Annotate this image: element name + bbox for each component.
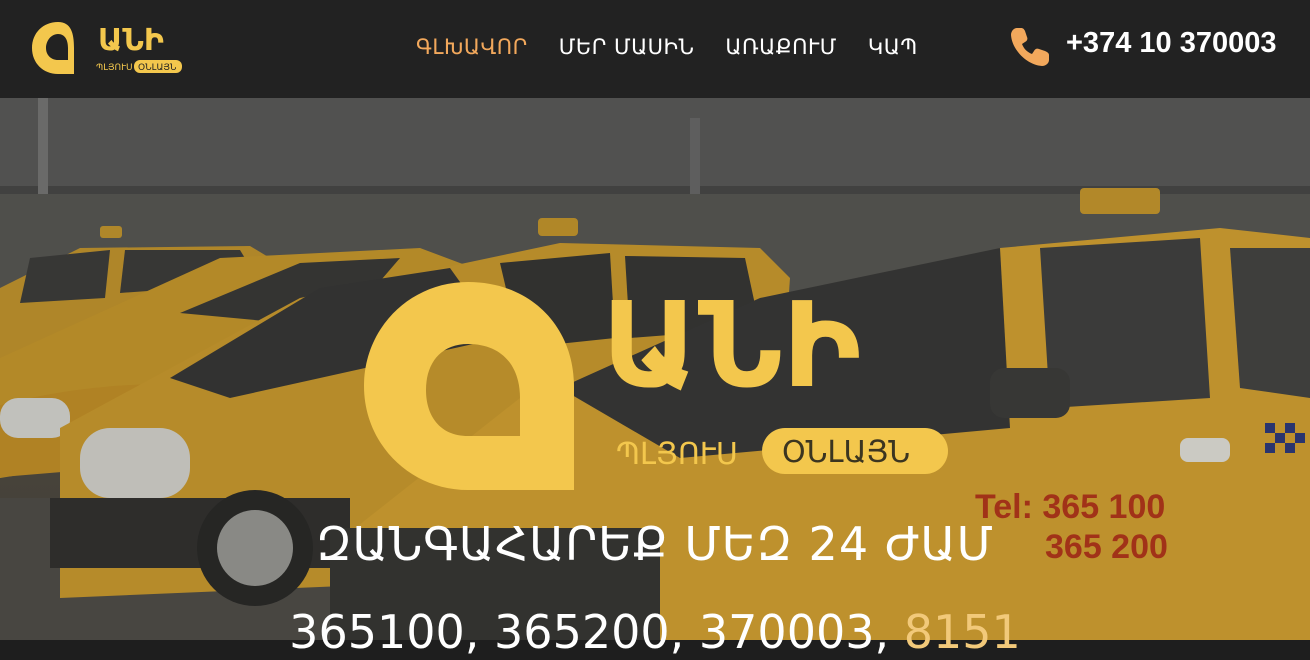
logo-name: ԱՆԻ bbox=[98, 23, 164, 58]
tagline-hours: 24 bbox=[808, 517, 870, 571]
logo-sub-left: ՊԼՅՈՒՍ bbox=[96, 63, 133, 73]
hero-phone-3[interactable]: 370003 bbox=[699, 605, 875, 659]
phone-icon bbox=[1011, 28, 1049, 66]
hero-short-number[interactable]: 8151 bbox=[904, 605, 1021, 659]
nav-item-home[interactable]: ԳԼԽԱՎՈՐ bbox=[416, 34, 528, 60]
hero-logo-sub-right: ՕՆԼԱՅՆ bbox=[782, 435, 910, 470]
main-nav: ԳԼԽԱՎՈՐ ՄԵՐ ՄԱՍԻՆ ԱՌԱՔՈՒՄ ԿԱՊ bbox=[416, 34, 918, 60]
logo[interactable]: ԱՆԻ ՊԼՅՈՒՍ ՕՆԼԱՅՆ bbox=[30, 20, 185, 78]
hero-logo: ԱՆԻ ՊԼՅՈՒՍ ՕՆԼԱՅՆ bbox=[364, 280, 948, 490]
nav-item-contact[interactable]: ԿԱՊ bbox=[868, 34, 918, 60]
hero-tagline: ԶԱՆԳԱՀԱՐԵՔ ՄԵԶ 24 ԺԱՄ bbox=[0, 516, 1310, 572]
tagline-text: ԶԱՆԳԱՀԱՐԵՔ ՄԵԶ bbox=[315, 517, 793, 571]
hero-phone-1[interactable]: 365100 bbox=[289, 605, 465, 659]
hero-logo-sub-left: ՊԼՅՈՒՍ bbox=[616, 437, 738, 472]
hero-phone-numbers: 365100, 365200, 370003, 8151 bbox=[289, 605, 1021, 659]
tagline-unit: ԺԱՄ bbox=[884, 517, 995, 571]
hero-phone-2[interactable]: 365200 bbox=[494, 605, 670, 659]
nav-item-about[interactable]: ՄԵՐ ՄԱՍԻՆ bbox=[559, 34, 695, 60]
hero-logo-name: ԱՆԻ bbox=[602, 280, 861, 414]
nav-item-delivery[interactable]: ԱՌԱՔՈՒՄ bbox=[725, 34, 836, 60]
logo-sub-right: ՕՆԼԱՅՆ bbox=[138, 63, 177, 73]
phone-number[interactable]: +374 10 370003 bbox=[1066, 26, 1276, 60]
header-phone[interactable]: +374 10 370003 bbox=[1008, 24, 1276, 70]
header: ԱՆԻ ՊԼՅՈՒՍ ՕՆԼԱՅՆ ԳԼԽԱՎՈՐ ՄԵՐ ՄԱՍԻՆ ԱՌԱՔ… bbox=[0, 0, 1310, 98]
